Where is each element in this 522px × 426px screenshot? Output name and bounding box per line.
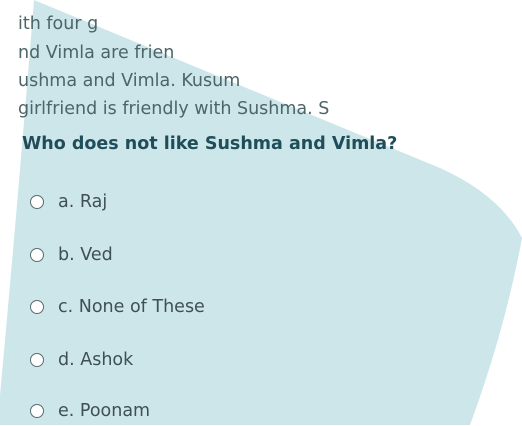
radio-button[interactable] <box>30 404 44 418</box>
option-label: a. Raj <box>58 192 108 212</box>
option-label: b. Ved <box>58 245 113 265</box>
radio-button[interactable] <box>30 300 44 314</box>
radio-button[interactable] <box>30 195 44 209</box>
passage-line: girlfriend is friendly with Sushma. S <box>18 99 330 119</box>
question-text: Who does not like Sushma and Vimla? <box>22 134 398 154</box>
option-label: e. Poonam <box>58 401 151 421</box>
option-label: d. Ashok <box>58 350 134 370</box>
passage-line: ushma and Vimla. Kusum <box>18 71 241 91</box>
passage-line: nd Vimla are frien <box>18 43 175 63</box>
radio-button[interactable] <box>30 353 44 367</box>
option-e[interactable]: e. Poonam <box>30 396 150 426</box>
passage-line: ith four g <box>18 14 99 34</box>
option-a[interactable]: a. Raj <box>30 187 107 217</box>
radio-button[interactable] <box>30 248 44 262</box>
option-c[interactable]: c. None of These <box>30 292 205 322</box>
option-b[interactable]: b. Ved <box>30 240 113 270</box>
option-label: c. None of These <box>58 297 205 317</box>
option-d[interactable]: d. Ashok <box>30 345 133 375</box>
